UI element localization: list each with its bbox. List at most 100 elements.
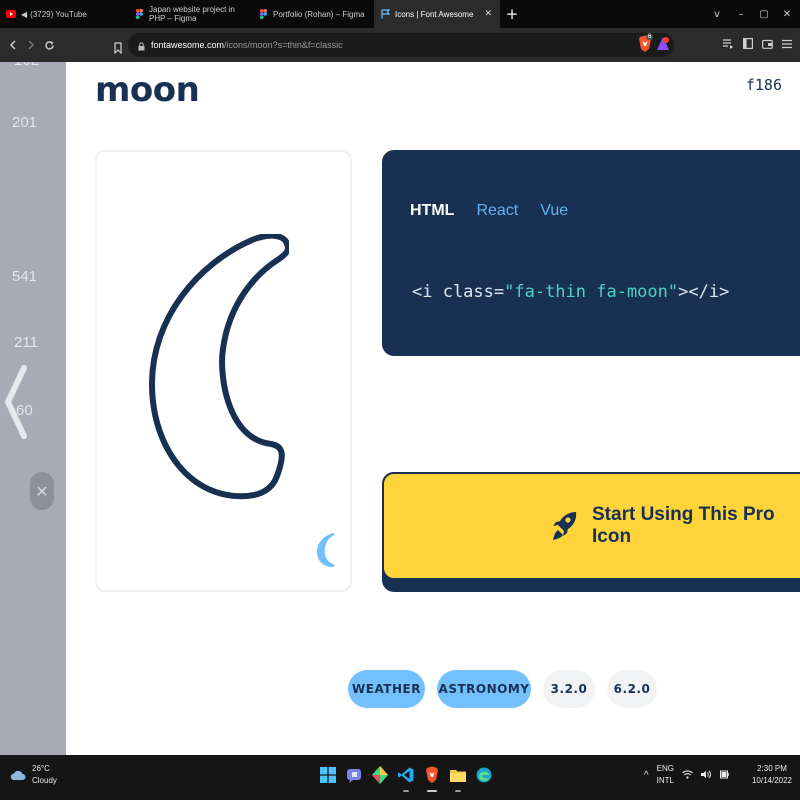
code-open-tag: <i class=	[412, 282, 505, 302]
tab-react[interactable]: React	[476, 202, 518, 220]
moon-icon	[147, 232, 291, 506]
edge-icon[interactable]	[474, 762, 494, 788]
bookmark-icon[interactable]	[114, 39, 122, 55]
close-window-icon: ✕	[782, 8, 792, 20]
icon-title: moon	[95, 70, 200, 110]
font-awesome-flag-icon	[380, 9, 390, 19]
page-content: 162 201 541 211 60 ✕ moon f186 HTML Reac…	[0, 62, 800, 755]
close-tab-icon[interactable]: ✕	[484, 8, 492, 19]
url-path: /icons/moon?s=thin&f=classic	[224, 40, 343, 50]
brave-browser-icon[interactable]	[422, 762, 442, 792]
weather-text: 26°C Cloudy	[32, 763, 57, 787]
url-text: fontawesome.com/icons/moon?s=thin&f=clas…	[151, 40, 343, 50]
small-moon-icon	[317, 532, 335, 568]
gem-app-icon[interactable]	[370, 762, 390, 788]
vscode-icon[interactable]	[396, 762, 416, 792]
brave-rewards-icon[interactable]	[656, 36, 670, 52]
tab-vue[interactable]: Vue	[540, 202, 568, 220]
tab-figma-portfolio[interactable]: Portfolio (Rohan) – Figma	[252, 0, 374, 28]
code-close-tag: ></i>	[678, 282, 730, 302]
lock-icon	[138, 36, 145, 55]
battery-icon[interactable]	[719, 769, 730, 781]
new-tab-button[interactable]: +	[500, 0, 524, 28]
icon-tags: WEATHER ASTRONOMY 3.2.0 6.2.0	[348, 670, 657, 708]
clock-date: 10/14/2022	[751, 776, 792, 785]
back-icon[interactable]	[4, 28, 22, 62]
clock[interactable]: 2:30 PM 10/14/2022	[752, 763, 792, 787]
close-window-button[interactable]: ✕	[774, 0, 800, 28]
speaker-icon[interactable]: ◀	[21, 10, 27, 19]
code-tabs: HTML React Vue	[410, 202, 568, 220]
tag-weather[interactable]: WEATHER	[348, 670, 425, 708]
tab-label: Portfolio (Rohan) – Figma	[273, 9, 365, 19]
version-badge: 3.2.0	[543, 670, 595, 708]
youtube-icon	[6, 9, 16, 19]
close-icon: ✕	[35, 481, 49, 501]
file-explorer-icon[interactable]	[448, 762, 468, 792]
browser-toolbar: fontawesome.com/icons/moon?s=thin&f=clas…	[0, 28, 800, 62]
tab-html[interactable]: HTML	[410, 202, 454, 220]
code-class-value: "fa-thin fa-moon"	[504, 282, 679, 302]
taskbar-apps	[318, 762, 494, 792]
tab-search-glyph: v	[714, 8, 720, 20]
prev-icon-number: 162	[14, 62, 39, 69]
windows-icon	[320, 767, 336, 783]
keyboard-layout: INTL	[656, 776, 674, 785]
figma-icon	[258, 9, 268, 19]
cta-label: Start Using This Pro Icon	[592, 504, 775, 547]
clock-time: 2:30 PM	[757, 764, 787, 773]
version-badge: 6.2.0	[607, 670, 657, 708]
sidebar-toggle-icon[interactable]	[743, 38, 754, 52]
wallet-icon[interactable]	[762, 39, 773, 52]
prev-icon-number: 541	[12, 268, 38, 285]
start-using-pro-icon-button[interactable]: Start Using This Pro Icon	[382, 472, 800, 580]
temperature: 26°C	[32, 764, 50, 773]
running-indicator	[455, 790, 461, 792]
chevron-left-icon[interactable]	[2, 362, 30, 442]
address-bar[interactable]: fontawesome.com/icons/moon?s=thin&f=clas…	[128, 33, 674, 57]
maximize-icon: ▢	[759, 8, 769, 20]
prev-icon-number: 211	[14, 334, 38, 351]
toolbar-right	[723, 28, 792, 62]
chevron-up-icon[interactable]: ^	[644, 770, 649, 781]
volume-icon[interactable]	[700, 770, 712, 781]
menu-icon[interactable]	[782, 39, 792, 52]
minimize-icon: –	[738, 8, 744, 20]
weather-condition: Cloudy	[32, 776, 57, 785]
running-indicator	[403, 790, 409, 792]
figma-icon	[134, 9, 144, 19]
forward-icon[interactable]	[22, 28, 40, 62]
tab-font-awesome[interactable]: Icons | Font Awesome ✕	[374, 0, 500, 28]
previous-icon-panel[interactable]: 162 201 541 211 60 ✕	[0, 62, 66, 755]
tab-youtube[interactable]: ◀ (3729) YouTube	[0, 0, 128, 28]
tab-search-icon[interactable]: v	[704, 0, 730, 28]
url-host: fontawesome.com	[151, 40, 225, 50]
rocket-icon	[552, 511, 578, 541]
code-snippet-panel: HTML React Vue <i class="fa-thin fa-moon…	[382, 150, 800, 356]
language-indicator[interactable]: ENG INTL	[657, 763, 674, 787]
weather-widget[interactable]: 26°C Cloudy	[10, 763, 57, 787]
reload-icon[interactable]	[40, 28, 58, 62]
tag-astronomy[interactable]: ASTRONOMY	[437, 670, 531, 708]
cloud-icon	[10, 766, 26, 785]
tab-label: (3729) YouTube	[30, 9, 87, 19]
lang-code: ENG	[656, 764, 674, 773]
brave-shields-icon[interactable]: 6	[638, 34, 654, 53]
cta-shadow: Start Using This Pro Icon	[382, 472, 800, 592]
system-tray: ^ ENG INTL 2:30 PM 10/14/2022	[644, 763, 792, 787]
start-button[interactable]	[318, 762, 338, 788]
tab-figma-japan[interactable]: Japan website project in PHP – Figma	[128, 0, 252, 28]
code-snippet[interactable]: <i class="fa-thin fa-moon"></i>	[412, 282, 729, 302]
playlist-icon[interactable]	[723, 38, 734, 52]
tab-label: Japan website project in PHP – Figma	[149, 5, 235, 23]
browser-tab-strip: ◀ (3729) YouTube Japan website project i…	[0, 0, 800, 28]
windows-taskbar: 26°C Cloudy ^ ENG INTL 2:30 PM 10/14/202…	[0, 755, 800, 800]
tab-label: Icons | Font Awesome	[395, 9, 474, 19]
teams-chat-icon[interactable]	[344, 762, 364, 788]
active-indicator	[427, 790, 437, 792]
prev-icon-number: 201	[12, 114, 38, 131]
wifi-icon[interactable]	[682, 769, 693, 781]
icon-unicode[interactable]: f186	[746, 76, 782, 94]
close-panel-button[interactable]: ✕	[30, 472, 54, 510]
icon-preview-card	[95, 150, 352, 592]
